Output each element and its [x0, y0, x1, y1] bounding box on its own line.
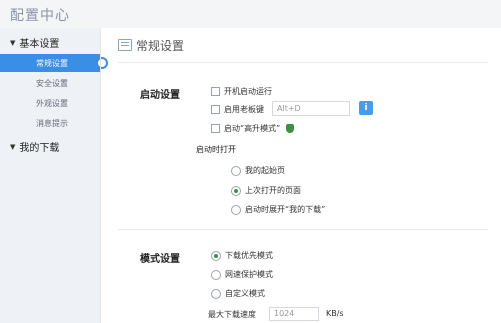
triangle-down-icon: ▼ [10, 142, 16, 151]
open-on-start-label: 启动时打开 [196, 145, 236, 154]
open-last-page-radio[interactable]: 上次打开的页面 [231, 185, 301, 196]
speed-protection-radio[interactable]: 网速保护模式 [211, 269, 273, 280]
custom-mode-radio[interactable]: 自定义模式 [211, 288, 265, 299]
triangle-down-icon: ▼ [10, 38, 16, 47]
app-title: 配置中心 [10, 8, 70, 24]
sidebar-item-label: 消息提示 [36, 118, 68, 128]
radio-circle[interactable] [231, 185, 241, 196]
max-speed-input[interactable]: 1024 [269, 307, 319, 321]
sidebar-item-label: 常规设置 [36, 58, 68, 68]
radio-circle[interactable] [211, 269, 221, 280]
autostart-checkbox[interactable]: 开机启动运行 [211, 86, 272, 97]
download-priority-radio[interactable]: 下载优先模式 [211, 250, 273, 261]
startup-settings-label: 启动设置 [140, 90, 180, 101]
boss-key-checkbox[interactable]: 启用老板键 [211, 104, 264, 115]
option-label: 开机启动运行 [224, 87, 272, 96]
checkbox-box[interactable] [211, 87, 220, 96]
sidebar-item-label: 安全设置 [36, 78, 68, 88]
section-divider [118, 229, 488, 230]
option-label: 自定义模式 [225, 289, 265, 298]
info-icon[interactable]: i [359, 101, 373, 115]
sidebar: ▼ 基本设置 常规设置 安全设置 外观设置 消息提示 ▼ 我的下载 [0, 28, 106, 323]
checkbox-box[interactable] [211, 124, 220, 133]
sidebar-item-security[interactable]: 安全设置 [0, 74, 100, 92]
boss-key-hotkey-input[interactable]: Alt+D [272, 101, 350, 116]
high-speed-mode-checkbox[interactable]: 启动“高升模式” [211, 123, 295, 134]
page-title: 常规设置 [136, 39, 185, 53]
list-icon [118, 39, 132, 51]
radio-circle[interactable] [231, 204, 241, 215]
sidebar-group-downloads[interactable]: ▼ 我的下载 [10, 139, 60, 155]
open-home-radio[interactable]: 我的起始页 [231, 165, 285, 176]
radio-circle[interactable] [211, 288, 221, 299]
radio-circle[interactable] [231, 165, 241, 176]
sidebar-item-general[interactable]: 常规设置 [0, 54, 106, 72]
sidebar-item-appearance[interactable]: 外观设置 [0, 94, 100, 112]
option-label: 上次打开的页面 [245, 186, 301, 195]
title-bar: 配置中心 [0, 0, 501, 28]
mode-settings-label: 模式设置 [140, 254, 180, 265]
shield-icon [286, 124, 295, 133]
option-label: 网速保护模式 [225, 270, 273, 279]
option-label: 下载优先模式 [225, 251, 273, 260]
option-label: 启用老板键 [224, 105, 264, 114]
sidebar-divider [100, 28, 101, 323]
sidebar-group-label: 我的下载 [19, 143, 60, 154]
title-divider [118, 62, 488, 63]
option-label: 我的起始页 [245, 166, 285, 175]
option-label: 启动“高升模式” [224, 124, 281, 133]
max-speed-label: 最大下载速度 [208, 310, 256, 319]
radio-circle[interactable] [211, 250, 221, 261]
speed-unit-label: KB/s [326, 309, 344, 318]
sidebar-item-label: 外观设置 [36, 98, 68, 108]
option-label: 启动时展开“我的下载” [245, 205, 326, 214]
checkbox-box[interactable] [211, 105, 220, 114]
open-downloads-radio[interactable]: 启动时展开“我的下载” [231, 204, 325, 215]
sidebar-item-notifications[interactable]: 消息提示 [0, 114, 100, 132]
sidebar-group-label: 基本设置 [19, 39, 60, 50]
sidebar-group-basic[interactable]: ▼ 基本设置 [10, 35, 60, 51]
